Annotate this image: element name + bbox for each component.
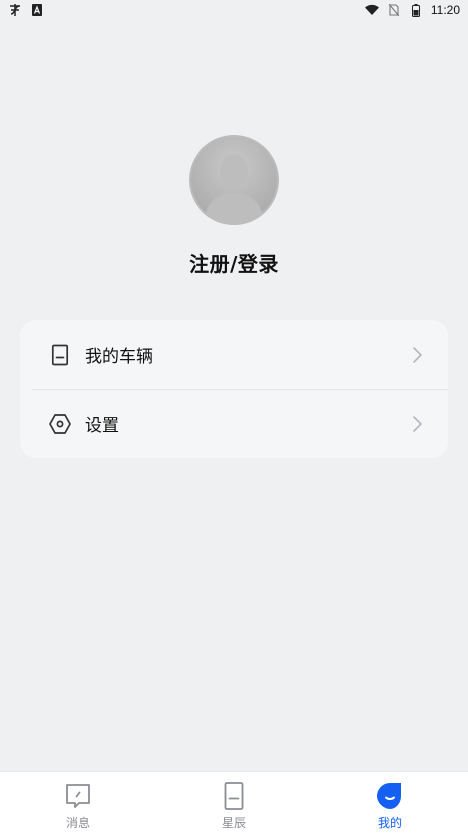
tab-messages[interactable]: 消息: [0, 772, 156, 834]
menu-item-label: 我的车辆: [85, 347, 153, 367]
chevron-right-icon: [412, 346, 424, 364]
menu-item-label: 设置: [85, 416, 119, 436]
battery-icon: [409, 3, 423, 17]
settings-hexagon-icon: [48, 412, 72, 436]
wifi-icon: [364, 3, 379, 17]
menu-item-my-vehicle[interactable]: 我的车辆: [20, 320, 448, 389]
status-bar-left: [8, 3, 44, 17]
login-register-link[interactable]: 注册/登录: [0, 248, 468, 277]
car-icon: [48, 343, 72, 367]
status-bar-right: 11:20: [364, 3, 460, 17]
message-icon: [63, 781, 93, 811]
menu-item-settings[interactable]: 设置: [20, 389, 448, 458]
car-icon: [219, 781, 249, 811]
profile-icon: [375, 781, 405, 811]
menu-card: 我的车辆 设置: [20, 320, 448, 458]
tab-label: 消息: [65, 816, 90, 830]
tab-xingchen[interactable]: 星辰: [156, 772, 312, 834]
no-sim-icon: [387, 3, 401, 17]
tab-label: 我的: [377, 816, 402, 830]
tab-mine[interactable]: 我的: [312, 772, 468, 834]
network-activity-icon: [8, 3, 22, 17]
avatar[interactable]: [189, 135, 279, 225]
keyboard-a-icon: [30, 3, 44, 17]
tab-label: 星辰: [221, 816, 246, 830]
chevron-right-icon: [412, 415, 424, 433]
status-time: 11:20: [430, 3, 460, 17]
default-avatar-icon: [189, 135, 279, 225]
status-bar: 11:20: [0, 0, 468, 20]
bottom-nav: 消息 星辰 我的: [0, 771, 468, 834]
